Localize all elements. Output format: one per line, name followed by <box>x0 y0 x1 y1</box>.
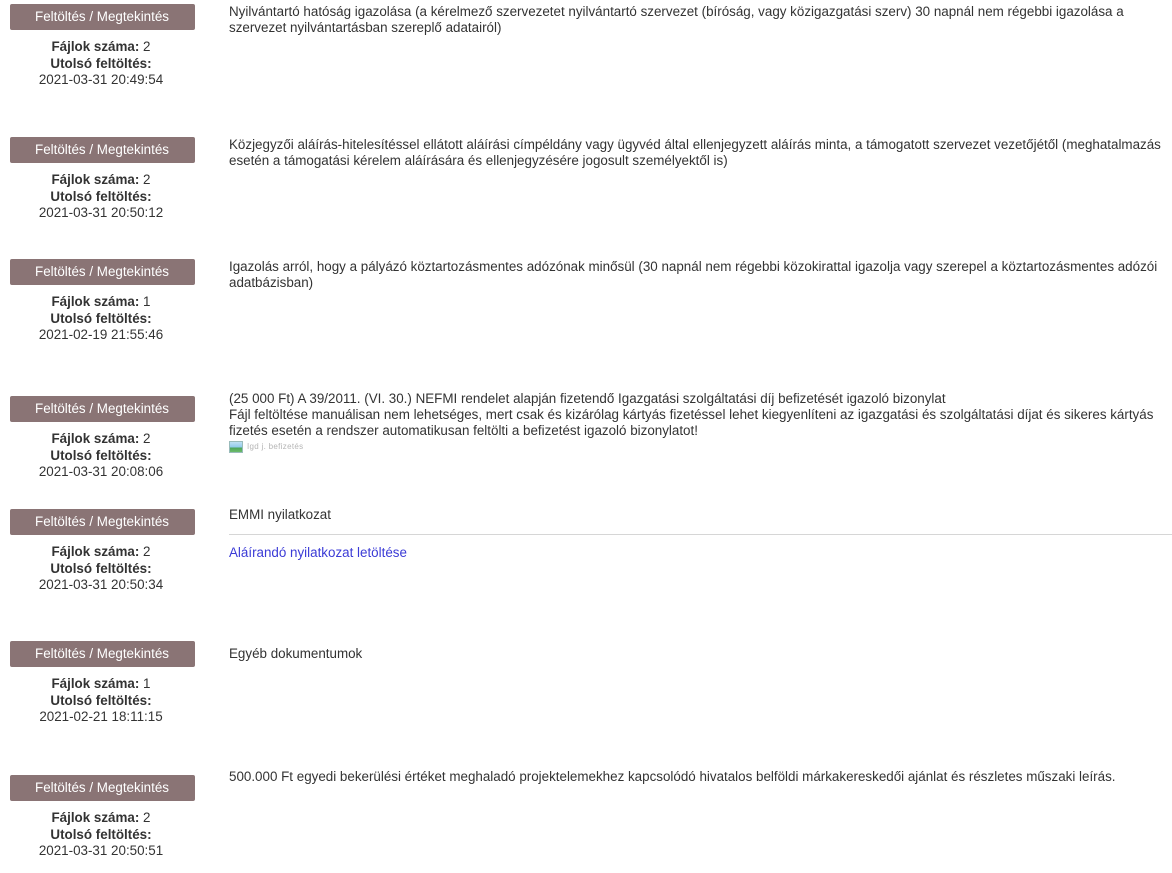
upload-panel: Feltöltés / Megtekintés Fájlok száma: 2 … <box>0 137 202 222</box>
image-alt-text: Igd j. befizetés <box>247 442 304 451</box>
upload-view-button[interactable]: Feltöltés / Megtekintés <box>9 259 195 285</box>
upload-view-button[interactable]: Feltöltés / Megtekintés <box>9 396 195 422</box>
divider <box>229 534 1172 535</box>
download-declaration-link[interactable]: Aláírandó nyilatkozat letöltése <box>229 545 407 561</box>
upload-panel: Feltöltés / Megtekintés Fájlok száma: 2 … <box>0 4 202 89</box>
files-count: 2 <box>143 810 151 825</box>
description-text: (25 000 Ft) A 39/2011. (VI. 30.) NEFMI r… <box>229 391 946 406</box>
last-upload-date: 2021-03-31 20:50:34 <box>38 577 164 592</box>
file-meta: Fájlok száma: 1 Utolsó feltöltés: 2021-0… <box>0 676 202 726</box>
files-count-label: Fájlok száma: <box>51 676 140 691</box>
file-meta: Fájlok száma: 2 Utolsó feltöltés: 2021-0… <box>0 544 202 594</box>
embedded-image: Igd j. befizetés <box>229 440 1172 454</box>
files-count: 2 <box>143 39 151 54</box>
last-upload-label: Utolsó feltöltés: <box>50 560 152 576</box>
files-count: 1 <box>143 294 151 309</box>
files-count-label: Fájlok száma: <box>51 810 140 825</box>
last-upload-date: 2021-03-31 20:49:54 <box>38 72 164 87</box>
last-upload-date: 2021-03-31 20:50:51 <box>38 843 164 858</box>
last-upload-label: Utolsó feltöltés: <box>50 447 152 463</box>
description-note: Fájl feltöltése manuálisan nem lehetsége… <box>229 407 1154 438</box>
description-text: Igazolás arról, hogy a pályázó köztartoz… <box>229 259 1158 290</box>
last-upload-date: 2021-02-21 18:11:15 <box>39 709 163 724</box>
files-count-label: Fájlok száma: <box>51 294 140 309</box>
last-upload-date: 2021-03-31 20:50:12 <box>38 205 164 220</box>
upload-panel: Feltöltés / Megtekintés Fájlok száma: 2 … <box>0 396 202 481</box>
last-upload-label: Utolsó feltöltés: <box>50 55 152 71</box>
files-count-label: Fájlok száma: <box>51 39 140 54</box>
document-description: EMMI nyilatkozat Aláírandó nyilatkozat l… <box>229 507 1172 561</box>
files-count: 2 <box>143 544 151 559</box>
document-description: Egyéb dokumentumok <box>229 646 362 662</box>
upload-view-button[interactable]: Feltöltés / Megtekintés <box>9 509 195 535</box>
file-meta: Fájlok száma: 2 Utolsó feltöltés: 2021-0… <box>0 172 202 222</box>
last-upload-label: Utolsó feltöltés: <box>50 310 152 326</box>
description-text: EMMI nyilatkozat <box>229 507 331 522</box>
file-meta: Fájlok száma: 2 Utolsó feltöltés: 2021-0… <box>0 810 202 860</box>
document-description: 500.000 Ft egyedi bekerülési értéket meg… <box>229 769 1172 785</box>
last-upload-label: Utolsó feltöltés: <box>50 692 152 708</box>
last-upload-label: Utolsó feltöltés: <box>50 188 152 204</box>
upload-view-button[interactable]: Feltöltés / Megtekintés <box>9 641 195 667</box>
upload-panel: Feltöltés / Megtekintés Fájlok száma: 1 … <box>0 259 202 344</box>
description-text: Egyéb dokumentumok <box>229 646 363 661</box>
file-meta: Fájlok száma: 2 Utolsó feltöltés: 2021-0… <box>0 431 202 481</box>
last-upload-date: 2021-03-31 20:08:06 <box>38 464 164 479</box>
upload-panel: Feltöltés / Megtekintés Fájlok száma: 1 … <box>0 641 202 726</box>
files-count: 1 <box>143 676 151 691</box>
upload-view-button[interactable]: Feltöltés / Megtekintés <box>9 4 195 30</box>
document-description: Közjegyzői aláírás-hitelesítéssel elláto… <box>229 137 1172 169</box>
upload-view-button[interactable]: Feltöltés / Megtekintés <box>9 775 195 801</box>
file-meta: Fájlok száma: 1 Utolsó feltöltés: 2021-0… <box>0 294 202 344</box>
description-text: Közjegyzői aláírás-hitelesítéssel elláto… <box>229 137 1161 168</box>
upload-view-button[interactable]: Feltöltés / Megtekintés <box>9 137 195 163</box>
description-text: Nyilvántartó hatóság igazolása (a kérelm… <box>229 4 1124 35</box>
files-count-label: Fájlok száma: <box>51 431 140 446</box>
document-description: (25 000 Ft) A 39/2011. (VI. 30.) NEFMI r… <box>229 391 1172 454</box>
broken-image-icon <box>229 441 243 453</box>
last-upload-label: Utolsó feltöltés: <box>50 826 152 842</box>
files-count-label: Fájlok száma: <box>51 172 140 187</box>
document-description: Igazolás arról, hogy a pályázó köztartoz… <box>229 259 1172 291</box>
file-meta: Fájlok száma: 2 Utolsó feltöltés: 2021-0… <box>0 39 202 89</box>
document-description: Nyilvántartó hatóság igazolása (a kérelm… <box>229 4 1172 36</box>
upload-panel: Feltöltés / Megtekintés Fájlok száma: 2 … <box>0 775 202 860</box>
files-count-label: Fájlok száma: <box>51 544 140 559</box>
files-count: 2 <box>143 172 151 187</box>
files-count: 2 <box>143 431 151 446</box>
upload-panel: Feltöltés / Megtekintés Fájlok száma: 2 … <box>0 509 202 594</box>
description-text: 500.000 Ft egyedi bekerülési értéket meg… <box>229 769 1116 784</box>
last-upload-date: 2021-02-19 21:55:46 <box>38 327 164 342</box>
